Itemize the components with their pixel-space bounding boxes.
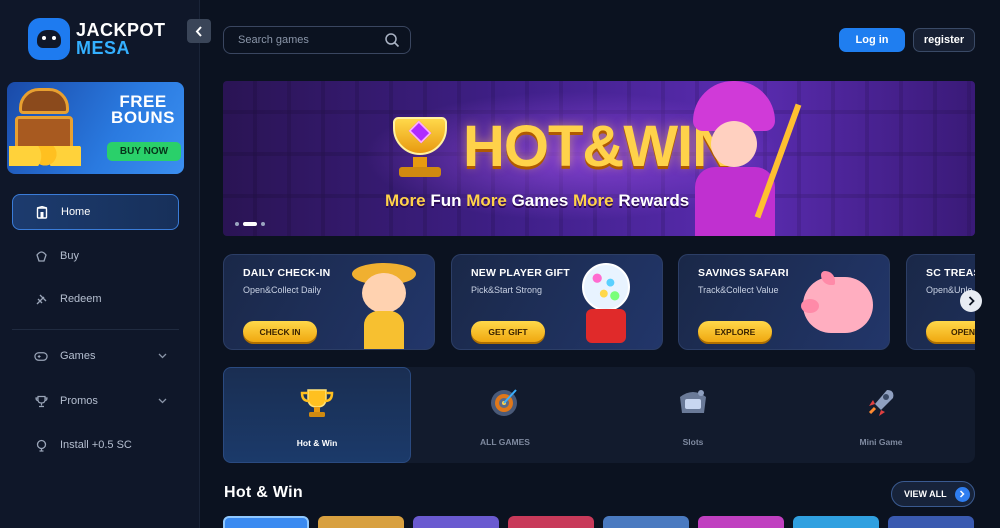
register-button[interactable]: register [913,28,975,52]
buy-now-button[interactable]: BUY NOW [107,142,181,161]
game-thumbnail[interactable] [318,516,404,528]
sidebar-divider [12,329,179,330]
login-button[interactable]: Log in [839,28,905,52]
game-thumbnail[interactable] [508,516,594,528]
sidebar-item-label: Home [61,206,91,218]
brand-logo[interactable]: JACKPOT MESA [28,16,168,62]
cards-next-button[interactable] [960,290,982,312]
card-title: SC TREASUR [926,267,975,279]
sidebar-item-games[interactable]: Games [12,338,179,374]
get-gift-button[interactable]: GET GIFT [471,321,545,342]
slots-icon [676,385,710,419]
sidebar-item-promos[interactable]: Promos [12,383,179,419]
trophy-icon [34,394,48,408]
tab-all-games[interactable]: ALL GAMES [411,367,599,463]
search-icon[interactable] [384,32,400,53]
chevron-left-icon [195,25,202,37]
chevron-down-icon[interactable] [158,350,167,362]
tab-slots[interactable]: Slots [599,367,787,463]
game-thumbnail[interactable] [413,516,499,528]
category-tabs: Hot & Win ALL GAMES Slots Mini Game [223,367,975,463]
carousel-dot[interactable] [235,222,239,226]
rocket-icon [864,385,898,419]
game-thumbnail[interactable] [223,516,309,528]
redeem-icon [34,292,48,306]
tab-label: Slots [682,437,704,447]
brand-wordmark: JACKPOT MESA [76,21,166,57]
promo-title: FREE BOUNS [103,93,183,127]
card-subtitle: Pick&Start Strong [471,285,543,295]
carousel-dots [235,222,265,226]
app-root: JACKPOT MESA FREE BOUNS BUY NOW Home Buy… [0,0,1000,528]
sidebar-item-label: Redeem [60,293,102,305]
tab-label: ALL GAMES [480,437,530,447]
buy-icon [34,249,48,263]
sidebar-item-label: Install +0.5 SC [60,439,132,451]
chevron-right-icon [954,486,970,502]
sidebar: JACKPOT MESA FREE BOUNS BUY NOW Home Buy… [0,0,200,528]
game-thumbnail[interactable] [793,516,879,528]
hero-subtitle-word: Fun [425,191,467,210]
feature-cards-row: DAILY CHECK-IN Open&Collect Daily CHECK … [223,254,975,350]
collapse-sidebar-button[interactable] [187,19,211,43]
hero-subtitle-word: More [573,191,614,210]
view-all-label: VIEW ALL [904,489,947,499]
game-thumbnail[interactable] [698,516,784,528]
gumball-machine-image [572,261,652,347]
card-title: NEW PLAYER GIFT [471,267,570,279]
brand-line-2: MESA [76,38,131,58]
sidebar-item-label: Promos [60,395,98,407]
sidebar-item-buy[interactable]: Buy [12,238,179,274]
chevron-down-icon[interactable] [158,395,167,407]
carousel-dot[interactable] [261,222,265,226]
sidebar-item-home[interactable]: Home [12,194,179,230]
sidebar-item-redeem[interactable]: Redeem [12,281,179,317]
hero-subtitle-word: Games [506,191,574,210]
sidebar-item-label: Buy [60,250,79,262]
girl-character-image [344,261,424,349]
install-icon [34,438,48,452]
tab-hot-and-win[interactable]: Hot & Win [223,367,411,463]
view-all-button[interactable]: VIEW ALL [891,481,975,507]
chevron-right-icon [968,296,975,306]
home-icon [35,205,49,219]
trophy-icon [300,386,334,420]
card-title: SAVINGS SAFARI [698,267,789,279]
card-subtitle: Open&Collect Daily [243,285,322,295]
tab-label: Hot & Win [296,438,338,448]
hero-subtitle: More Fun More Games More Rewards [385,191,689,211]
card-title: DAILY CHECK-IN [243,267,331,279]
hero-subtitle-word: More [385,191,426,210]
trophy-icon [385,117,455,179]
search-box[interactable] [223,26,411,54]
brand-line-1: JACKPOT [76,20,166,40]
card-daily-check-in[interactable]: DAILY CHECK-IN Open&Collect Daily CHECK … [223,254,435,350]
gamepad-icon [34,349,48,363]
mascot-logo-icon [28,18,70,60]
card-new-player-gift[interactable]: NEW PLAYER GIFT Pick&Start Strong GET GI… [451,254,663,350]
card-savings-safari[interactable]: SAVINGS SAFARI Track&Collect Value EXPLO… [678,254,890,350]
card-subtitle: Track&Collect Value [698,285,779,295]
explore-button[interactable]: EXPLORE [698,321,772,342]
section-title: Hot & Win [224,484,303,501]
check-in-button[interactable]: CHECK IN [243,321,317,342]
promo-title-line-2: BOUNS [111,108,175,127]
carousel-dot-active[interactable] [243,222,257,226]
sidebar-item-label: Games [60,350,96,362]
search-input[interactable] [224,27,374,53]
piggy-bank-image [799,261,879,347]
tab-label: Mini Game [859,437,903,447]
open-button[interactable]: OPEN [926,321,975,342]
tab-mini-game[interactable]: Mini Game [787,367,975,463]
hero-banner[interactable]: HOT&WIN More Fun More Games More Rewards [223,81,975,236]
hero-subtitle-word: More [466,191,507,210]
sidebar-item-install[interactable]: Install +0.5 SC [12,427,179,463]
game-thumbnail[interactable] [603,516,689,528]
game-thumbnail[interactable] [888,516,974,528]
treasure-chest-icon [9,88,81,168]
free-bonus-banner[interactable]: FREE BOUNS BUY NOW [7,82,184,174]
dartboard-icon [488,385,522,419]
game-thumbnails-row [223,516,975,528]
jester-character-image [675,81,802,236]
